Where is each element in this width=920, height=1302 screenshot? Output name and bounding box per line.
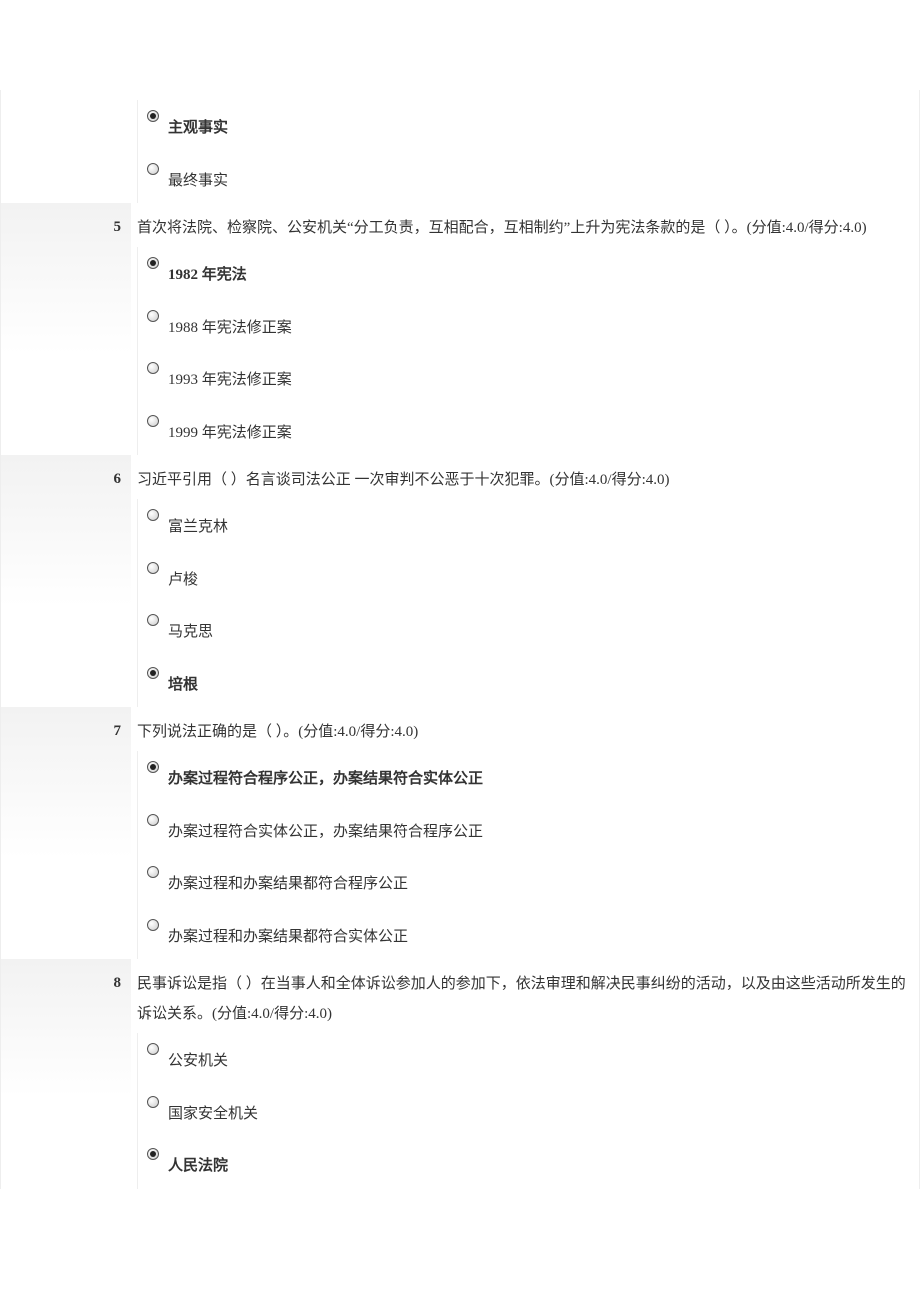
radio-icon[interactable] [147,310,159,322]
question-number: 5 [1,203,131,455]
radio-icon[interactable] [147,1043,159,1055]
option-row[interactable]: 办案过程符合实体公正，办案结果符合程序公正 [138,804,909,855]
option-label: 1982 年宪法 [168,255,909,290]
radio-icon[interactable] [147,509,159,521]
option-row[interactable]: 办案过程和办案结果都符合程序公正 [138,856,909,907]
question-number: 8 [1,959,131,1189]
option-row[interactable]: 办案过程和办案结果都符合实体公正 [138,909,909,960]
radio-icon[interactable] [147,1096,159,1108]
radio-icon[interactable] [147,667,159,679]
question-body: 民事诉讼是指（ ）在当事人和全体诉讼参加人的参加下，依法审理和解决民事纠纷的活动… [131,959,919,1189]
option-label: 办案过程符合实体公正，办案结果符合程序公正 [168,812,909,847]
question-body: 下列说法正确的是（ ）。(分值:4.0/得分:4.0) 办案过程符合程序公正，办… [131,707,919,959]
question-block-8: 8 民事诉讼是指（ ）在当事人和全体诉讼参加人的参加下，依法审理和解决民事纠纷的… [0,959,920,1189]
option-label: 1999 年宪法修正案 [168,413,909,448]
question-text: 习近平引用（ ）名言谈司法公正 一次审判不公恶于十次犯罪。(分值:4.0/得分:… [137,465,909,495]
option-label: 培根 [168,665,909,700]
option-label: 国家安全机关 [168,1094,909,1129]
option-row[interactable]: 1993 年宪法修正案 [138,352,909,403]
option-label: 1993 年宪法修正案 [168,360,909,395]
option-row[interactable]: 公安机关 [138,1033,909,1084]
radio-cell[interactable] [138,308,168,322]
radio-icon[interactable] [147,866,159,878]
option-list: 公安机关 国家安全机关 人民法院 [137,1033,909,1189]
question-body: 首次将法院、检察院、公安机关“分工负责，互相配合，互相制约”上升为宪法条款的是（… [131,203,919,455]
radio-icon[interactable] [147,614,159,626]
radio-icon[interactable] [147,814,159,826]
radio-icon[interactable] [147,257,159,269]
option-row[interactable]: 卢梭 [138,552,909,603]
radio-cell[interactable] [138,917,168,931]
option-label: 办案过程符合程序公正，办案结果符合实体公正 [168,759,909,794]
option-label: 1988 年宪法修正案 [168,308,909,343]
radio-icon[interactable] [147,415,159,427]
option-label: 办案过程和办案结果都符合程序公正 [168,864,909,899]
radio-cell[interactable] [138,360,168,374]
radio-cell[interactable] [138,759,168,773]
option-row[interactable]: 马克思 [138,604,909,655]
question-body: 习近平引用（ ）名言谈司法公正 一次审判不公恶于十次犯罪。(分值:4.0/得分:… [131,455,919,707]
option-label: 办案过程和办案结果都符合实体公正 [168,917,909,952]
question-block-7: 7 下列说法正确的是（ ）。(分值:4.0/得分:4.0) 办案过程符合程序公正… [0,707,920,959]
radio-cell[interactable] [138,864,168,878]
option-label: 最终事实 [168,161,909,196]
radio-icon[interactable] [147,562,159,574]
radio-icon[interactable] [147,761,159,773]
option-row[interactable]: 最终事实 [138,153,909,204]
radio-cell[interactable] [138,560,168,574]
option-label: 人民法院 [168,1146,909,1181]
radio-cell[interactable] [138,1094,168,1108]
option-label: 主观事实 [168,108,909,143]
radio-icon[interactable] [147,362,159,374]
option-list: 主观事实 最终事实 [137,100,909,203]
question-number-col [1,90,131,203]
option-row[interactable]: 1999 年宪法修正案 [138,405,909,456]
option-list: 1982 年宪法 1988 年宪法修正案 1993 年宪法修正案 1999 年宪… [137,247,909,455]
radio-cell[interactable] [138,1146,168,1160]
quiz-page: 主观事实 最终事实 5 首次将法院、检察院、公安机关“分工负责，互相配合，互相制… [0,0,920,1249]
question-text: 下列说法正确的是（ ）。(分值:4.0/得分:4.0) [137,717,909,747]
radio-icon[interactable] [147,110,159,122]
question-block-6: 6 习近平引用（ ）名言谈司法公正 一次审判不公恶于十次犯罪。(分值:4.0/得… [0,455,920,707]
question-number: 6 [1,455,131,707]
radio-cell[interactable] [138,161,168,175]
radio-cell[interactable] [138,665,168,679]
option-row[interactable]: 国家安全机关 [138,1086,909,1137]
radio-cell[interactable] [138,1041,168,1055]
option-label: 富兰克林 [168,507,909,542]
option-row[interactable]: 1982 年宪法 [138,247,909,298]
question-text: 民事诉讼是指（ ）在当事人和全体诉讼参加人的参加下，依法审理和解决民事纠纷的活动… [137,969,909,1029]
question-block-prelude: 主观事实 最终事实 [0,90,920,203]
question-block-5: 5 首次将法院、检察院、公安机关“分工负责，互相配合，互相制约”上升为宪法条款的… [0,203,920,455]
option-row[interactable]: 培根 [138,657,909,708]
option-label: 卢梭 [168,560,909,595]
radio-cell[interactable] [138,413,168,427]
radio-icon[interactable] [147,163,159,175]
radio-cell[interactable] [138,612,168,626]
option-row[interactable]: 1988 年宪法修正案 [138,300,909,351]
option-row[interactable]: 人民法院 [138,1138,909,1189]
radio-cell[interactable] [138,812,168,826]
question-body: 主观事实 最终事实 [131,90,919,203]
option-row[interactable]: 主观事实 [138,100,909,151]
question-text: 首次将法院、检察院、公安机关“分工负责，互相配合，互相制约”上升为宪法条款的是（… [137,213,909,243]
question-number: 7 [1,707,131,959]
option-list: 富兰克林 卢梭 马克思 培根 [137,499,909,707]
radio-cell[interactable] [138,255,168,269]
radio-cell[interactable] [138,108,168,122]
option-label: 马克思 [168,612,909,647]
option-row[interactable]: 办案过程符合程序公正，办案结果符合实体公正 [138,751,909,802]
option-row[interactable]: 富兰克林 [138,499,909,550]
option-list: 办案过程符合程序公正，办案结果符合实体公正 办案过程符合实体公正，办案结果符合程… [137,751,909,959]
option-label: 公安机关 [168,1041,909,1076]
radio-icon[interactable] [147,919,159,931]
radio-cell[interactable] [138,507,168,521]
radio-icon[interactable] [147,1148,159,1160]
